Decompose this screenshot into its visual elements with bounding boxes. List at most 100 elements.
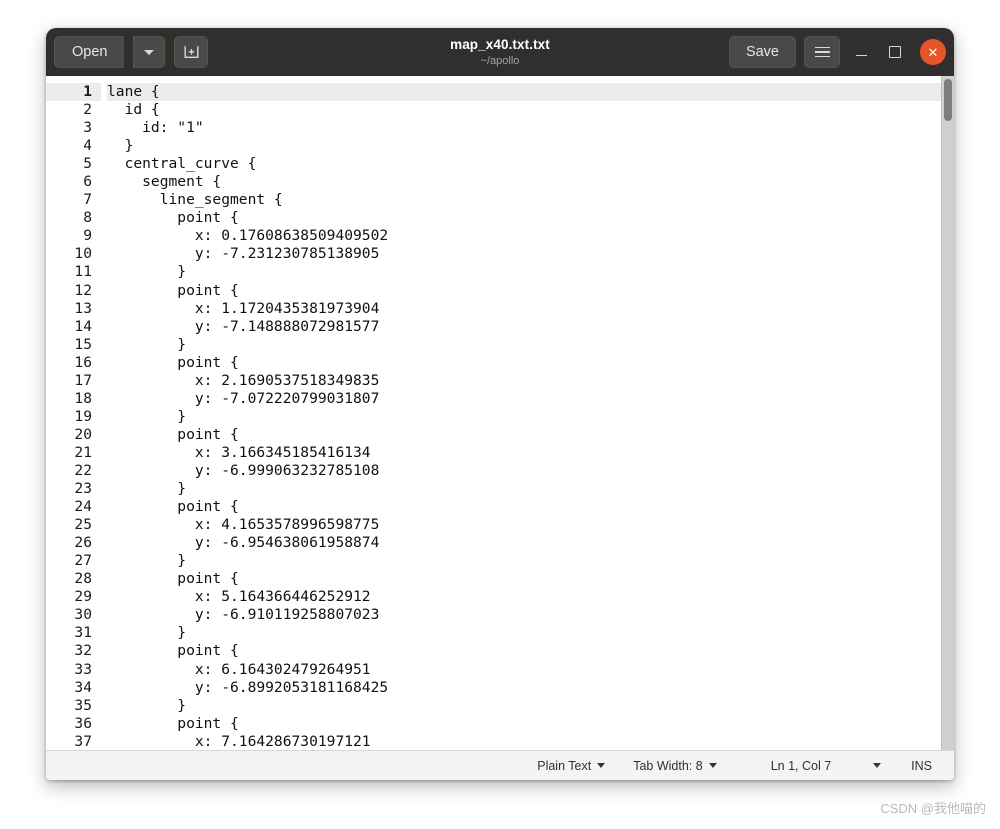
- code-line[interactable]: }: [107, 137, 954, 155]
- code-line[interactable]: y: -6.999063232785108: [107, 462, 954, 480]
- window-header-bar: Open map_x40.txt.txt ~/apollo Save ✕: [46, 28, 954, 76]
- language-selector[interactable]: Plain Text: [523, 754, 619, 778]
- code-line[interactable]: lane {: [107, 83, 954, 102]
- chevron-down-icon: [597, 763, 606, 768]
- vertical-scrollbar[interactable]: [941, 76, 954, 750]
- line-number: 2: [83, 101, 92, 119]
- line-number: 9: [83, 227, 92, 245]
- line-number: 24: [74, 498, 92, 516]
- document-path: ~/apollo: [480, 54, 520, 67]
- close-button[interactable]: ✕: [920, 39, 946, 65]
- code-line[interactable]: y: -7.072220799031807: [107, 390, 954, 408]
- code-line[interactable]: x: 7.164286730197121: [107, 733, 954, 750]
- code-line[interactable]: }: [107, 624, 954, 642]
- code-content[interactable]: lane { id { id: "1" } central_curve { se…: [101, 76, 954, 750]
- line-number: 14: [74, 317, 92, 335]
- hamburger-icon: [814, 46, 830, 58]
- line-number: 29: [74, 588, 92, 606]
- line-number: 27: [74, 552, 92, 570]
- code-line[interactable]: point {: [107, 282, 954, 300]
- save-button[interactable]: Save: [728, 36, 796, 68]
- line-number: 4: [83, 137, 92, 155]
- code-line[interactable]: }: [107, 263, 954, 281]
- header-right-controls: Save ✕: [728, 36, 946, 68]
- close-icon: ✕: [927, 44, 939, 60]
- code-line[interactable]: y: -6.910119258807023: [107, 606, 954, 624]
- code-line[interactable]: x: 4.1653578996598775: [107, 516, 954, 534]
- insert-mode-label: INS: [911, 758, 932, 773]
- code-line[interactable]: point {: [107, 209, 954, 227]
- code-line[interactable]: point {: [107, 715, 954, 733]
- code-line[interactable]: }: [107, 408, 954, 426]
- open-dropdown-button[interactable]: [133, 36, 166, 68]
- screen: Open map_x40.txt.txt ~/apollo Save ✕ 1 2…: [0, 0, 1000, 829]
- code-line[interactable]: x: 0.17608638509409502: [107, 227, 954, 245]
- new-tab-icon: [183, 44, 200, 60]
- code-line[interactable]: }: [107, 697, 954, 715]
- status-bar: Plain Text Tab Width: 8 Ln 1, Col 7 INS: [46, 750, 954, 780]
- tab-width-label: Tab Width: 8: [633, 758, 703, 773]
- code-line[interactable]: x: 3.166345185416134: [107, 444, 954, 462]
- code-line[interactable]: point {: [107, 426, 954, 444]
- maximize-button[interactable]: [882, 39, 908, 65]
- line-number: 6: [83, 173, 92, 191]
- insert-mode-indicator: INS: [895, 754, 944, 778]
- watermark: CSDN @我他喵的: [880, 801, 986, 816]
- line-number: 7: [83, 191, 92, 209]
- position-dropdown-button[interactable]: [859, 754, 895, 778]
- code-line[interactable]: point {: [107, 498, 954, 516]
- code-line[interactable]: point {: [107, 642, 954, 660]
- hamburger-menu-button[interactable]: [804, 36, 840, 68]
- line-number: 3: [83, 119, 92, 137]
- cursor-position[interactable]: Ln 1, Col 7: [731, 754, 859, 778]
- line-number: 13: [74, 299, 92, 317]
- chevron-down-icon: [708, 763, 717, 768]
- line-number: 15: [74, 335, 92, 353]
- line-number: 31: [74, 624, 92, 642]
- line-number: 25: [74, 516, 92, 534]
- code-line[interactable]: x: 6.164302479264951: [107, 661, 954, 679]
- code-line[interactable]: x: 5.164366446252912: [107, 588, 954, 606]
- line-number: 16: [74, 353, 92, 371]
- line-number: 8: [83, 209, 92, 227]
- line-number: 34: [74, 678, 92, 696]
- open-button-label: Open: [72, 44, 108, 60]
- line-number: 32: [74, 642, 92, 660]
- code-line[interactable]: y: -7.148888072981577: [107, 318, 954, 336]
- code-line[interactable]: }: [107, 552, 954, 570]
- chevron-down-icon: [873, 763, 882, 768]
- code-line[interactable]: segment {: [107, 173, 954, 191]
- text-editor[interactable]: 1 2 3 4 5 6 7 8 9 10 11 12 13 14 15 16 17 18 19 20 21 22 23 24 2…: [46, 76, 954, 750]
- chevron-down-icon: [144, 49, 155, 55]
- editor-area: 1 2 3 4 5 6 7 8 9 10 11 12 13 14 15 16 17 18 19 20 21 22 23 24 2…: [46, 76, 954, 750]
- code-line[interactable]: }: [107, 480, 954, 498]
- code-line[interactable]: y: -6.8992053181168425: [107, 679, 954, 697]
- line-number: 36: [74, 714, 92, 732]
- line-number: 17: [74, 371, 92, 389]
- open-button[interactable]: Open: [54, 36, 125, 68]
- line-number: 22: [74, 461, 92, 479]
- code-line[interactable]: x: 2.1690537518349835: [107, 372, 954, 390]
- code-line[interactable]: x: 1.1720435381973904: [107, 300, 954, 318]
- tab-width-selector[interactable]: Tab Width: 8: [619, 754, 730, 778]
- language-label: Plain Text: [537, 758, 592, 773]
- code-line[interactable]: id: "1": [107, 119, 954, 137]
- line-number: 11: [74, 263, 92, 281]
- code-line[interactable]: y: -7.231230785138905: [107, 245, 954, 263]
- line-number: 19: [74, 407, 92, 425]
- code-line[interactable]: point {: [107, 354, 954, 372]
- line-number: 20: [74, 425, 92, 443]
- code-line[interactable]: point {: [107, 570, 954, 588]
- line-number: 28: [74, 570, 92, 588]
- scrollbar-thumb[interactable]: [944, 79, 952, 121]
- minimize-button[interactable]: [848, 39, 874, 65]
- code-line[interactable]: line_segment {: [107, 191, 954, 209]
- code-line[interactable]: central_curve {: [107, 155, 954, 173]
- code-line[interactable]: y: -6.954638061958874: [107, 534, 954, 552]
- save-button-label: Save: [745, 44, 779, 60]
- line-number: 37: [74, 732, 92, 750]
- code-line[interactable]: id {: [107, 101, 954, 119]
- code-line[interactable]: }: [107, 336, 954, 354]
- new-tab-button[interactable]: [174, 36, 209, 68]
- line-number-gutter: 1 2 3 4 5 6 7 8 9 10 11 12 13 14 15 16 17 18 19 20 21 22 23 24 2…: [46, 76, 101, 750]
